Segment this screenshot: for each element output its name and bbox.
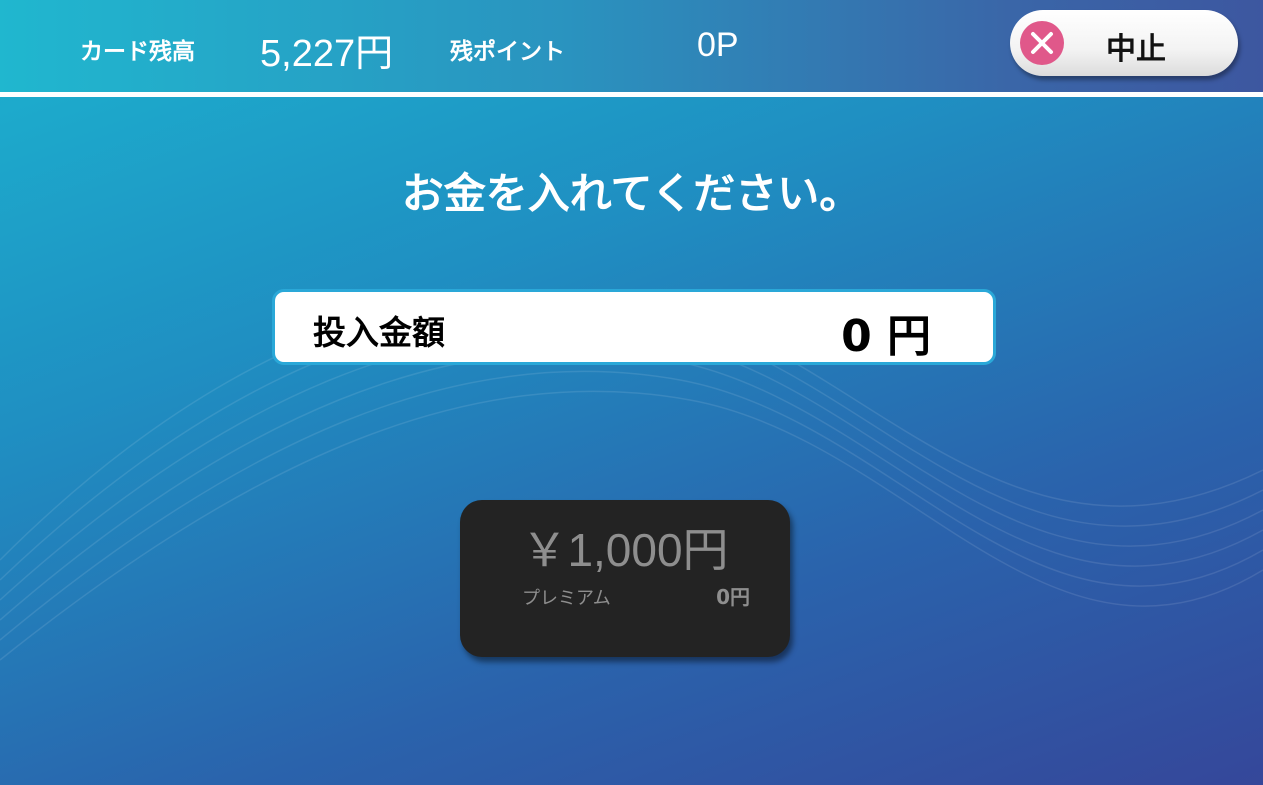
points-value: 0P: [697, 26, 739, 64]
instruction-text: お金を入れてください。: [401, 169, 862, 218]
header-divider: [0, 92, 1263, 97]
background-wave-decoration: [0, 290, 1263, 661]
denomination-1000-button[interactable]: ￥1,000円 プレミアム 0円: [460, 500, 790, 657]
cancel-button[interactable]: 中止: [1010, 10, 1238, 76]
premium-label: プレミアム: [522, 588, 611, 609]
denomination-amount: ￥1,000円: [521, 524, 729, 576]
inserted-amount-value: 0 円: [841, 311, 931, 362]
card-balance-label: カード残高: [80, 39, 195, 65]
cancel-label: 中止: [1106, 32, 1166, 67]
status-header: カード残高 5,227円 残ポイント 0P 中止: [0, 0, 1263, 92]
points-label: 残ポイント: [450, 39, 565, 65]
close-circle-icon: [1020, 21, 1064, 65]
card-balance-value: 5,227円: [260, 33, 394, 75]
inserted-amount-display: 投入金額 0 円: [272, 289, 996, 365]
inserted-amount-label: 投入金額: [313, 313, 445, 352]
premium-value: 0円: [716, 585, 750, 609]
